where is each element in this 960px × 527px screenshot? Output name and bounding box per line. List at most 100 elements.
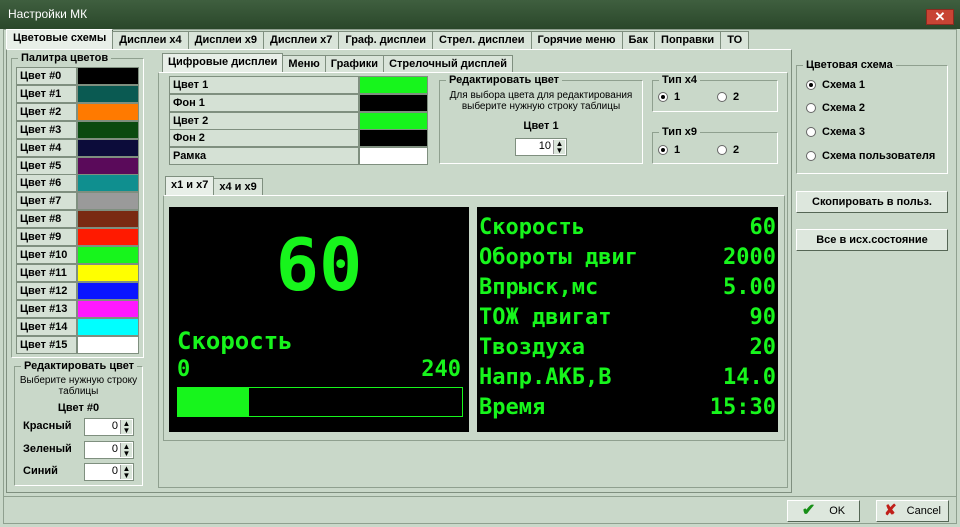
display-row: Твоздуха 20 — [477, 333, 778, 363]
palette-color-swatch[interactable] — [77, 84, 139, 103]
scheme-option-user[interactable]: Схема пользователя — [806, 150, 935, 162]
palette-row[interactable]: Цвет #7 — [16, 192, 139, 211]
blue-spinner[interactable]: 0 ▲ ▼ — [84, 463, 134, 481]
palette-color-swatch[interactable] — [77, 246, 139, 264]
radio-icon[interactable] — [806, 127, 816, 137]
palette-row[interactable]: Цвет #0 — [16, 67, 139, 85]
type-x4-option-2-label: 2 — [733, 91, 740, 103]
tab-digital-displays[interactable]: Цифровые дисплеи — [162, 53, 284, 72]
palette-color-label: Цвет #4 — [16, 138, 77, 157]
radio-selected-icon[interactable] — [658, 145, 668, 155]
close-button[interactable]: ✕ — [926, 9, 954, 25]
palette-row[interactable]: Цвет #14 — [16, 317, 139, 336]
color-table-label: Фон 2 — [169, 129, 359, 148]
palette-row[interactable]: Цвет #12 — [16, 281, 139, 300]
palette-row[interactable]: Цвет #15 — [16, 335, 139, 354]
palette-row[interactable]: Цвет #10 — [16, 246, 139, 264]
palette-row[interactable]: Цвет #1 — [16, 84, 139, 103]
tab-x1-x7[interactable]: x1 и x7 — [165, 176, 215, 195]
palette-row[interactable]: Цвет #8 — [16, 210, 139, 229]
radio-icon[interactable] — [717, 145, 727, 155]
spin-arrows-icon[interactable]: ▲ ▼ — [120, 420, 132, 435]
color-table-row[interactable]: Цвет 2 — [169, 111, 428, 130]
tab-displays-x4[interactable]: Дисплеи x4 — [112, 31, 189, 49]
palette-color-label: Цвет #15 — [16, 335, 77, 354]
ok-button[interactable]: ✔ OK — [787, 500, 860, 522]
palette-color-swatch[interactable] — [77, 138, 139, 157]
tab-tank[interactable]: Бак — [621, 31, 656, 49]
tab-menu[interactable]: Меню — [282, 55, 326, 72]
palette-color-swatch[interactable] — [77, 228, 139, 247]
display-row-label: Скорость — [479, 215, 585, 240]
edit-color-left-hint: Выберите нужную строку таблицы — [19, 375, 138, 397]
display-row: Обороты двиг 2000 — [477, 243, 778, 273]
color-table-swatch[interactable] — [359, 111, 428, 130]
reset-all-button[interactable]: Все в исх.состояние — [796, 229, 948, 251]
palette-row[interactable]: Цвет #5 — [16, 156, 139, 175]
radio-icon[interactable] — [806, 103, 816, 113]
blue-label: Синий — [23, 465, 58, 477]
palette-color-swatch[interactable] — [77, 174, 139, 193]
tab-graphs[interactable]: Графики — [324, 55, 385, 72]
palette-color-swatch[interactable] — [77, 120, 139, 139]
spin-arrows-icon[interactable]: ▲ ▼ — [120, 443, 132, 458]
palette-row[interactable]: Цвет #11 — [16, 263, 139, 282]
tab-maintenance[interactable]: ТО — [720, 31, 750, 49]
copy-to-user-button[interactable]: Скопировать в польз. — [796, 191, 948, 213]
type-x9-option-1[interactable]: 1 — [658, 144, 680, 156]
tab-hot-menu[interactable]: Горячие меню — [530, 31, 623, 49]
tab-corrections[interactable]: Поправки — [654, 31, 722, 49]
color-table-row[interactable]: Рамка — [169, 147, 428, 166]
type-x4-option-1[interactable]: 1 — [658, 91, 680, 103]
tab-gauge-display[interactable]: Стрелочный дисплей — [383, 55, 513, 72]
tab-displays-x9[interactable]: Дисплеи x9 — [187, 31, 264, 49]
color-table-swatch[interactable] — [359, 147, 428, 166]
palette-row[interactable]: Цвет #4 — [16, 138, 139, 157]
tab-gauge-displays[interactable]: Стрел. дисплеи — [432, 31, 532, 49]
color-table-row[interactable]: Фон 1 — [169, 93, 428, 112]
tab-displays-x7[interactable]: Дисплеи x7 — [263, 31, 340, 49]
palette-color-swatch[interactable] — [77, 263, 139, 282]
cancel-button[interactable]: ✘ Cancel — [876, 500, 949, 522]
radio-selected-icon[interactable] — [806, 80, 816, 90]
palette-color-swatch[interactable] — [77, 210, 139, 229]
radio-icon[interactable] — [806, 151, 816, 161]
palette-color-swatch[interactable] — [77, 317, 139, 336]
color-table-swatch[interactable] — [359, 93, 428, 112]
spin-arrows-icon[interactable]: ▲ ▼ — [120, 465, 132, 480]
palette-row[interactable]: Цвет #13 — [16, 299, 139, 318]
tab-color-schemes[interactable]: Цветовые схемы — [6, 29, 114, 49]
palette-color-swatch[interactable] — [77, 192, 139, 211]
palette-row[interactable]: Цвет #2 — [16, 102, 139, 121]
color-table-swatch[interactable] — [359, 129, 428, 148]
palette-color-swatch[interactable] — [77, 156, 139, 175]
type-x4-option-2[interactable]: 2 — [717, 91, 739, 103]
palette-color-swatch[interactable] — [77, 67, 139, 85]
palette-row[interactable]: Цвет #6 — [16, 174, 139, 193]
scheme-option-1[interactable]: Схема 1 — [806, 79, 865, 91]
radio-icon[interactable] — [717, 92, 727, 102]
close-icon: ✕ — [934, 9, 946, 24]
color-index-spinner[interactable]: 10 ▲ ▼ — [515, 138, 567, 156]
palette-color-swatch[interactable] — [77, 335, 139, 354]
tab-graph-displays[interactable]: Граф. дисплеи — [338, 31, 433, 49]
scheme-option-2[interactable]: Схема 2 — [806, 102, 865, 114]
radio-selected-icon[interactable] — [658, 92, 668, 102]
palette-color-label: Цвет #9 — [16, 228, 77, 247]
palette-color-swatch[interactable] — [77, 102, 139, 121]
display-row: Напр.АКБ,В 14.0 — [477, 363, 778, 393]
type-x9-option-2[interactable]: 2 — [717, 144, 739, 156]
palette-row[interactable]: Цвет #9 — [16, 228, 139, 247]
red-spinner[interactable]: 0 ▲ ▼ — [84, 418, 134, 436]
scheme-option-3[interactable]: Схема 3 — [806, 126, 865, 138]
tab-x4-x9[interactable]: x4 и x9 — [213, 178, 263, 195]
green-spinner[interactable]: 0 ▲ ▼ — [84, 441, 134, 459]
palette-row[interactable]: Цвет #3 — [16, 120, 139, 139]
display-row-label: Впрыск,мс — [479, 275, 599, 300]
color-table-swatch[interactable] — [359, 76, 428, 94]
palette-color-swatch[interactable] — [77, 281, 139, 300]
color-table-row[interactable]: Цвет 1 — [169, 76, 428, 94]
spin-arrows-icon[interactable]: ▲ ▼ — [553, 140, 565, 155]
color-table-row[interactable]: Фон 2 — [169, 129, 428, 148]
palette-color-swatch[interactable] — [77, 299, 139, 318]
